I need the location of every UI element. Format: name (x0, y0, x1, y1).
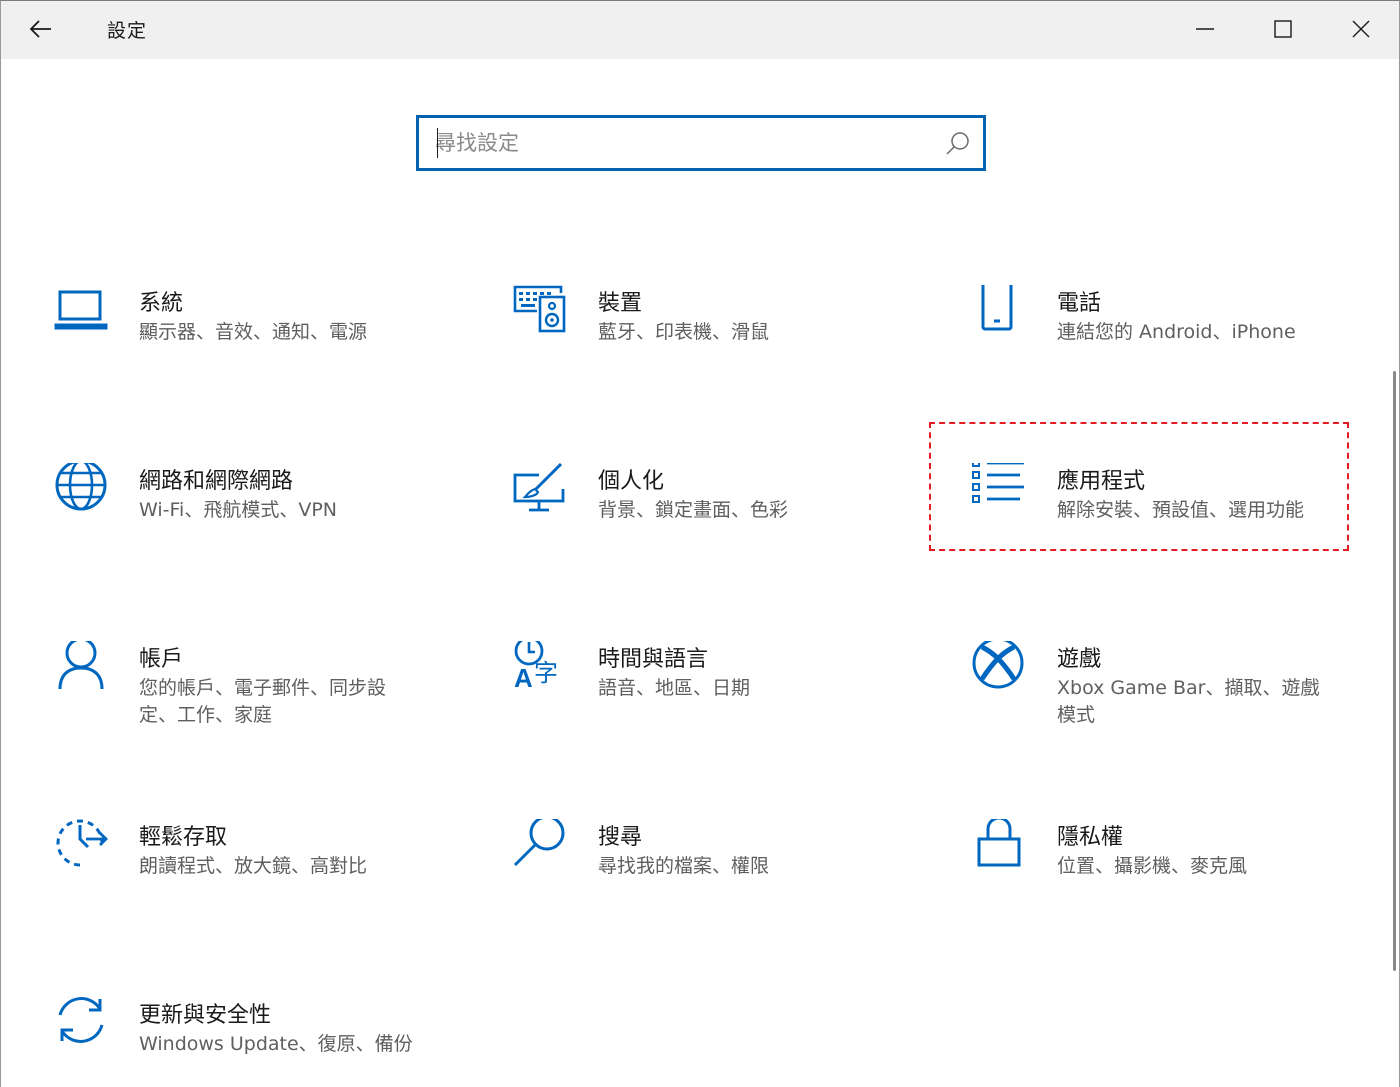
tile-description: Wi-Fi、飛航模式、VPN (139, 499, 337, 521)
laptop-icon (54, 290, 108, 330)
maximize-button[interactable] (1244, 1, 1322, 57)
xbox-icon (972, 641, 1024, 689)
tile-privacy[interactable]: 隱私權 位置、攝影機、麥克風 (972, 819, 1392, 947)
phone-icon (981, 285, 1013, 331)
tile-time-language[interactable]: A 字 時間與語言 語音、地區、日期 (513, 641, 933, 769)
close-icon (1352, 20, 1370, 38)
maximize-icon (1274, 20, 1292, 38)
svg-text:A: A (514, 663, 533, 693)
paint-monitor-icon (513, 463, 565, 512)
tile-ease-of-access[interactable]: 輕鬆存取 朗讀程式、放大鏡、高對比 (54, 819, 474, 947)
search-input[interactable] (435, 125, 925, 161)
minimize-icon (1196, 28, 1214, 30)
tile-devices[interactable]: 裝置 藍牙、印表機、滑鼠 (513, 285, 933, 413)
tile-title: 裝置 (598, 291, 643, 316)
tile-update-security[interactable]: 更新與安全性 Windows Update、復原、備份 (54, 997, 474, 1087)
window-title: 設定 (107, 20, 148, 42)
tile-accounts[interactable]: 帳戶 您的帳戶、電子郵件、同步設定、工作、家庭 (54, 641, 474, 769)
tile-phone[interactable]: 電話 連結您的 Android、iPhone (972, 285, 1392, 413)
tile-description: 顯示器、音效、通知、電源 (139, 321, 368, 343)
tile-title: 隱私權 (1057, 825, 1124, 850)
close-button[interactable] (1322, 1, 1400, 57)
tile-description: 您的帳戶、電子郵件、同步設定、工作、家庭 (139, 677, 387, 726)
keyboard-speaker-icon (513, 285, 566, 333)
svg-text:字: 字 (534, 659, 558, 687)
tile-title: 輕鬆存取 (139, 825, 228, 850)
tile-description: 連結您的 Android、iPhone (1057, 321, 1296, 343)
tile-description: Windows Update、復原、備份 (139, 1033, 413, 1055)
tile-title: 帳戶 (139, 647, 184, 672)
tile-description: 尋找我的檔案、權限 (598, 855, 770, 877)
ease-of-access-icon (56, 819, 108, 867)
title-bar: 設定 (1, 1, 1399, 59)
tile-title: 搜尋 (598, 825, 643, 850)
settings-window: 設定 系統 顯示器、音效、通知、電 (0, 0, 1400, 1087)
tile-description: 背景、鎖定畫面、色彩 (598, 499, 789, 521)
tile-search[interactable]: 搜尋 尋找我的檔案、權限 (513, 819, 933, 947)
tile-personalization[interactable]: 個人化 背景、鎖定畫面、色彩 (513, 463, 933, 591)
time-language-icon: A 字 (514, 641, 558, 693)
tile-title: 更新與安全性 (139, 1003, 272, 1028)
person-icon (58, 641, 104, 690)
back-button[interactable] (19, 9, 63, 49)
tile-gaming[interactable]: 遊戲 Xbox Game Bar、擷取、遊戲模式 (972, 641, 1392, 769)
text-caret (437, 128, 438, 158)
tile-network[interactable]: 網路和網際網路 Wi-Fi、飛航模式、VPN (54, 463, 474, 591)
sync-icon (58, 997, 104, 1043)
back-arrow-icon (29, 20, 51, 38)
tile-description: 位置、攝影機、麥克風 (1057, 855, 1248, 877)
tile-title: 網路和網際網路 (139, 469, 294, 494)
tile-title: 電話 (1057, 291, 1102, 316)
search-icon[interactable] (945, 130, 971, 156)
tile-description: 語音、地區、日期 (598, 677, 751, 699)
tile-system[interactable]: 系統 顯示器、音效、通知、電源 (54, 285, 474, 413)
search-box[interactable] (416, 115, 986, 171)
tile-title: 個人化 (598, 469, 665, 494)
tile-description: 朗讀程式、放大鏡、高對比 (139, 855, 368, 877)
scrollbar-thumb[interactable] (1393, 371, 1396, 971)
lock-icon (977, 819, 1021, 867)
tile-title: 遊戲 (1057, 647, 1102, 672)
highlight-box (929, 422, 1349, 551)
tile-title: 系統 (139, 291, 184, 316)
minimize-button[interactable] (1166, 1, 1244, 57)
magnifier-icon (513, 819, 565, 867)
globe-icon (55, 463, 107, 511)
tile-title: 時間與語言 (598, 647, 709, 672)
tile-description: Xbox Game Bar、擷取、遊戲模式 (1057, 677, 1320, 726)
tile-description: 藍牙、印表機、滑鼠 (598, 321, 770, 343)
